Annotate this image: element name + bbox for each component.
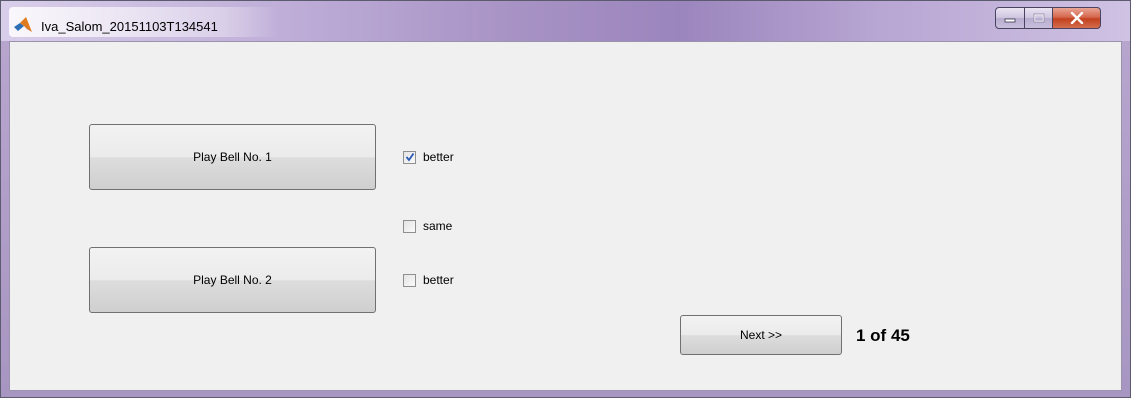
play-bell-2-button[interactable]: Play Bell No. 2 <box>89 247 376 313</box>
play-bell-1-button[interactable]: Play Bell No. 1 <box>89 124 376 190</box>
checkmark-icon <box>405 152 414 162</box>
maximize-button[interactable] <box>1025 7 1053 29</box>
trial-counter: 1 of 45 <box>856 326 910 345</box>
checkbox-label: same <box>423 219 453 233</box>
checkbox-better-1[interactable]: better <box>403 150 454 164</box>
matlab-icon <box>14 17 32 32</box>
minimize-button[interactable] <box>995 7 1025 29</box>
minimize-icon <box>1004 18 1016 23</box>
close-button[interactable] <box>1053 7 1101 29</box>
window-title: Iva_Salom_20151103T134541 <box>41 19 218 34</box>
maximize-icon <box>1033 13 1044 23</box>
figure-window: Iva_Salom_20151103T134541 Play Bell No. … <box>0 0 1131 398</box>
checkbox-box[interactable] <box>403 273 416 287</box>
checkbox-box[interactable] <box>403 219 416 233</box>
caption-buttons <box>995 7 1121 31</box>
title-bar[interactable]: Iva_Salom_20151103T134541 <box>1 1 1130 41</box>
checkbox-same[interactable]: same <box>403 219 452 233</box>
close-icon <box>1070 12 1083 24</box>
checkbox-label: better <box>423 273 454 287</box>
checkbox-better-2[interactable]: better <box>403 273 454 287</box>
checkbox-box[interactable] <box>403 150 416 164</box>
checkbox-label: better <box>423 150 454 164</box>
next-button[interactable]: Next >> <box>680 315 842 355</box>
figure-client-area: Play Bell No. 1 Play Bell No. 2 better s… <box>9 41 1122 391</box>
